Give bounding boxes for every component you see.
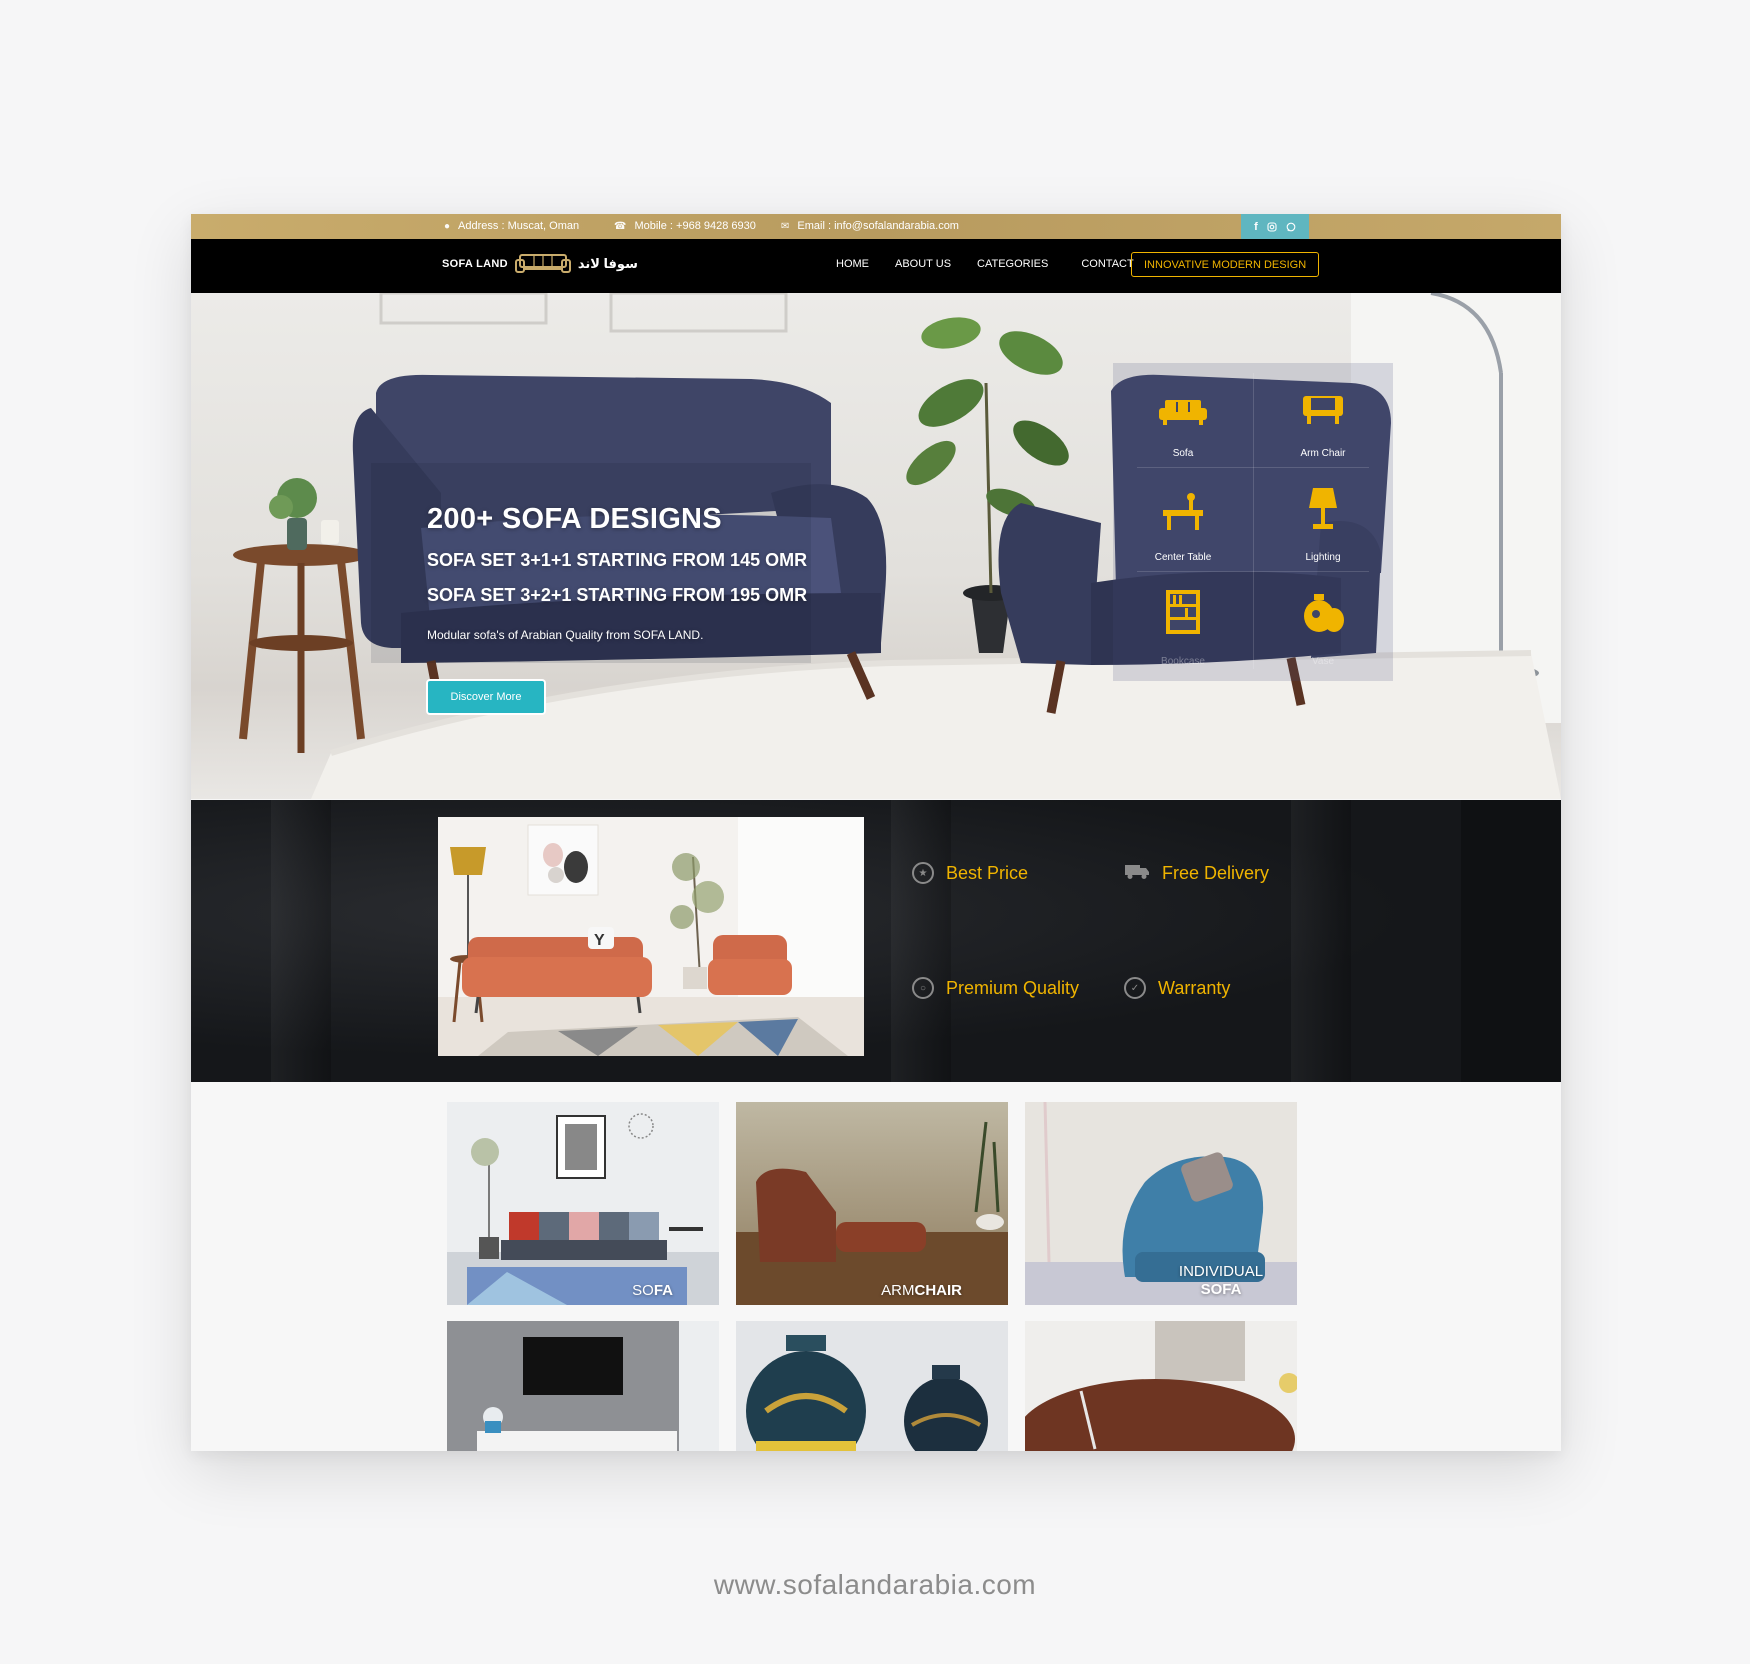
email-text: Email : info@sofalandarabia.com [797, 220, 959, 232]
hero-banner: 200+ SOFA DESIGNS SOFA SET 3+1+1 STARTIN… [191, 293, 1561, 799]
category-center-table[interactable]: Center Table [1113, 467, 1253, 571]
quality-seal-icon: ○ [912, 977, 934, 999]
gallery-caption-sofa: SOFA [632, 1282, 673, 1299]
main-navigation: SOFA LAND سوفا لاند HOME ABOUT US CATEGO… [191, 239, 1561, 293]
category-bookcase-label: Bookcase [1161, 656, 1205, 667]
address-text: Address : Muscat, Oman [458, 220, 580, 232]
gallery-tile-sofa[interactable]: SOFA [447, 1102, 719, 1305]
hero-description: Modular sofa's of Arabian Quality from S… [427, 628, 704, 642]
gallery-tile-arm-chair[interactable]: ARMCHAIR [736, 1102, 1008, 1305]
envelope-icon: ✉ [781, 220, 790, 232]
category-vase[interactable]: Vase [1253, 571, 1393, 675]
orange-sofa-room-image: Y [438, 817, 864, 1056]
hero-offer-line-2: SOFA SET 3+2+1 STARTING FROM 195 OMR [427, 585, 808, 605]
gallery-tile-vase[interactable] [736, 1321, 1008, 1451]
nav-item-contact[interactable]: CONTACT [1081, 258, 1133, 270]
feature-premium-quality-label: Premium Quality [946, 977, 1080, 998]
vase-icon [1304, 594, 1344, 632]
truck-icon [1124, 862, 1150, 885]
phone-icon: ☎ [614, 220, 627, 232]
svg-text:Y: Y [594, 932, 605, 949]
nav-item-about-us[interactable]: ABOUT US [895, 258, 951, 270]
category-arm-chair-label: Arm Chair [1300, 448, 1346, 459]
hero-text-block: 200+ SOFA DESIGNS SOFA SET 3+1+1 STARTIN… [427, 503, 807, 642]
arm-chair-icon [1303, 396, 1343, 424]
tv-unit-image [447, 1321, 719, 1451]
instagram-icon[interactable] [1267, 221, 1277, 232]
gallery-caption-arm-chair: ARMCHAIR [881, 1282, 962, 1299]
gallery-caption-individual-sofa: INDIVIDUAL SOFA [1178, 1263, 1264, 1298]
category-lighting-label: Lighting [1305, 552, 1341, 563]
vases-image [736, 1321, 1008, 1451]
hero-title: 200+ SOFA DESIGNS [427, 503, 722, 535]
feature-warranty: ✓ Warranty [1124, 977, 1230, 999]
category-center-table-label: Center Table [1154, 552, 1212, 563]
site-logo[interactable]: SOFA LAND سوفا لاند [442, 251, 638, 277]
badge-icon: ★ [912, 862, 934, 884]
gallery-tile-rug[interactable] [1025, 1321, 1297, 1451]
category-bookcase[interactable]: Bookcase [1113, 571, 1253, 675]
category-vase-label: Vase [1311, 656, 1335, 667]
facebook-icon[interactable]: f [1254, 221, 1258, 233]
gallery-tile-tv-unit[interactable] [447, 1321, 719, 1451]
checkmark-seal-icon: ✓ [1124, 977, 1146, 999]
feature-premium-quality: ○ Premium Quality [912, 977, 1079, 999]
logo-text-ar: سوفا لاند [577, 256, 638, 271]
category-sofa-label: Sofa [1172, 448, 1194, 459]
logo-text-en: SOFA LAND [442, 258, 508, 270]
map-pin-icon: ● [444, 220, 451, 232]
patchwork-sofa-image [447, 1102, 719, 1305]
feature-warranty-label: Warranty [1158, 977, 1231, 998]
nav-menu: HOME ABOUT US CATEGORIES CONTACT [836, 258, 1134, 270]
category-sofa[interactable]: Sofa [1113, 363, 1253, 467]
innovative-design-button[interactable]: INNOVATIVE MODERN DESIGN [1131, 252, 1320, 277]
category-lighting[interactable]: Lighting [1253, 467, 1393, 571]
armchair-image [736, 1102, 1008, 1305]
feature-best-price-label: Best Price [946, 862, 1029, 883]
category-quick-panel: Sofa Arm Chair Center Table Lighting Boo… [1113, 363, 1393, 681]
website-screenshot-frame: ● Address : Muscat, Oman ☎ Mobile : +968… [191, 214, 1561, 1451]
feature-free-delivery-label: Free Delivery [1162, 863, 1270, 883]
website-url[interactable]: www.sofalandarabia.com [0, 1569, 1750, 1601]
whatsapp-icon[interactable] [1286, 222, 1296, 232]
sofa-icon [1159, 400, 1207, 425]
discover-more-button[interactable]: Discover More [426, 679, 546, 715]
nav-item-home[interactable]: HOME [836, 258, 869, 270]
top-contact-bar: ● Address : Muscat, Oman ☎ Mobile : +968… [191, 214, 1561, 239]
bookcase-icon [1166, 590, 1200, 634]
category-arm-chair[interactable]: Arm Chair [1253, 363, 1393, 467]
lamp-icon [1309, 488, 1337, 529]
hero-offer-line-1: SOFA SET 3+1+1 STARTING FROM 145 OMR [427, 550, 808, 570]
address-item: ● Address : Muscat, Oman [444, 220, 579, 232]
mobile-item[interactable]: ☎ Mobile : +968 9428 6930 [614, 220, 756, 232]
feature-best-price: ★ Best Price [912, 862, 1028, 884]
mobile-text: Mobile : +968 9428 6930 [634, 220, 756, 232]
gallery-tile-individual-sofa[interactable]: INDIVIDUAL SOFA [1025, 1102, 1297, 1305]
features-section: Y ★ Best Price Free Delivery ○ Premium Q… [191, 800, 1561, 1082]
email-item[interactable]: ✉ Email : info@sofalandarabia.com [781, 220, 959, 232]
center-table-icon [1163, 493, 1203, 530]
social-links: f [1241, 214, 1309, 239]
nav-item-categories[interactable]: CATEGORIES [977, 258, 1048, 270]
rug-image [1025, 1321, 1297, 1451]
sofa-logo-icon [514, 254, 571, 273]
feature-free-delivery: Free Delivery [1124, 862, 1269, 885]
orange-sofa-illustration: Y [438, 817, 864, 1056]
